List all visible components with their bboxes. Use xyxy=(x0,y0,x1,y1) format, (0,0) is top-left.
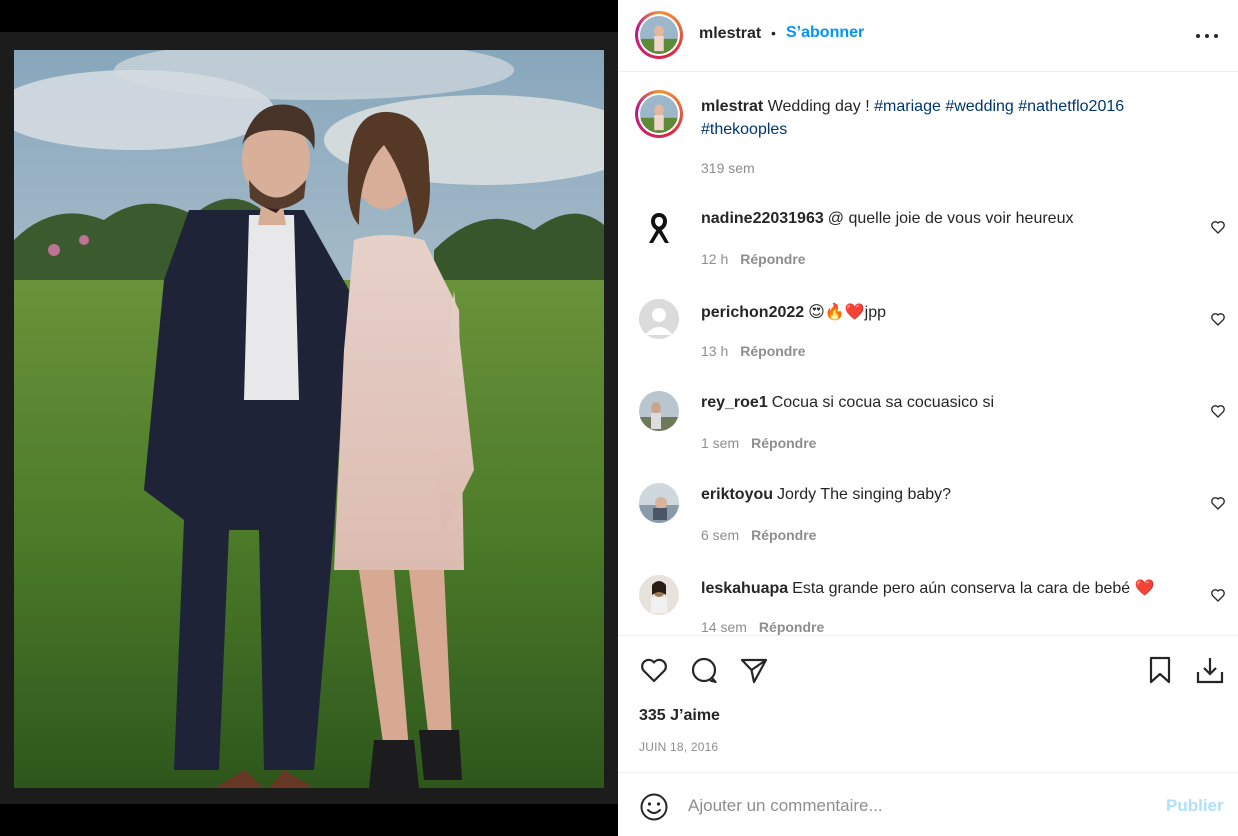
caption-timestamp: 319 sem xyxy=(701,160,755,176)
comment-item: eriktoyou Jordy The singing baby? 6 sem Ré… xyxy=(618,483,1238,553)
commenter-username[interactable]: perichon2022 xyxy=(701,304,804,321)
commenter-avatar[interactable] xyxy=(639,299,679,339)
comment-item: leskahuapa Esta grande pero aún conserva … xyxy=(618,575,1238,635)
post-header: mlestrat • S’abonner xyxy=(618,0,1238,72)
comment-like-icon[interactable] xyxy=(1210,495,1226,511)
add-comment-bar: Publier xyxy=(618,773,1238,836)
emoji-icon[interactable] xyxy=(639,792,669,822)
more-options-icon[interactable] xyxy=(1196,26,1220,46)
caption-username[interactable]: mlestrat xyxy=(701,98,763,115)
commenter-avatar[interactable] xyxy=(639,575,679,615)
separator-dot: • xyxy=(771,25,776,41)
comment-like-icon[interactable] xyxy=(1210,219,1226,235)
photo-frame xyxy=(0,32,618,804)
comment-item: rey_roe1 Cocua si cocua sa cocuasico si 1… xyxy=(618,391,1238,461)
comment-body: Cocua si cocua sa cocuasico si xyxy=(771,394,995,411)
hashtag[interactable]: #mariage xyxy=(874,98,941,115)
commenter-username[interactable]: rey_roe1 xyxy=(701,394,768,411)
comment-meta: 13 h Répondre xyxy=(701,343,806,359)
comment-text: nadine22031963 @ quelle joie de vous voir… xyxy=(701,210,1191,228)
comment-text: eriktoyou Jordy The singing baby? xyxy=(701,486,1191,504)
comment-meta: 6 sem Répondre xyxy=(701,527,816,543)
author-username[interactable]: mlestrat xyxy=(699,25,761,43)
hashtag[interactable]: #wedding xyxy=(945,98,1014,115)
download-icon[interactable] xyxy=(1194,654,1226,686)
reply-button[interactable]: Répondre xyxy=(759,619,824,635)
commenter-avatar[interactable] xyxy=(639,483,679,523)
publish-button[interactable]: Publier xyxy=(1166,796,1224,816)
comment-timestamp: 6 sem xyxy=(701,527,740,543)
post-details-panel: mlestrat • S’abonner mlestrat Wedding da… xyxy=(618,0,1238,836)
comment-meta: 14 sem Répondre xyxy=(701,619,824,635)
comment-text: leskahuapa Esta grande pero aún conserva … xyxy=(701,578,1191,598)
post-actions: 335 J’aime JUIN 18, 2016 xyxy=(618,635,1238,773)
bookmark-icon[interactable] xyxy=(1144,654,1176,686)
comment-timestamp: 12 h xyxy=(701,251,729,267)
comment-text: rey_roe1 Cocua si cocua sa cocuasico si xyxy=(701,394,1191,412)
reply-button[interactable]: Répondre xyxy=(740,251,805,267)
send-icon[interactable] xyxy=(738,654,770,686)
comment-meta: 1 sem Répondre xyxy=(701,435,816,451)
commenter-username[interactable]: eriktoyou xyxy=(701,486,773,503)
commenter-avatar[interactable] xyxy=(639,207,679,247)
likes-count[interactable]: 335 J’aime xyxy=(639,707,720,725)
author-avatar[interactable] xyxy=(635,11,683,59)
comment-icon[interactable] xyxy=(688,654,720,686)
comment-body: 😍🔥❤️jpp xyxy=(808,304,887,321)
instagram-post-view: mlestrat • S’abonner mlestrat Wedding da… xyxy=(0,0,1238,836)
comment-text: perichon2022 😍🔥❤️jpp xyxy=(701,302,1191,322)
commenter-avatar[interactable] xyxy=(639,391,679,431)
reply-button[interactable]: Répondre xyxy=(740,343,805,359)
comment-item: perichon2022 😍🔥❤️jpp 13 h Répondre xyxy=(618,299,1238,369)
comment-timestamp: 13 h xyxy=(701,343,729,359)
comment-timestamp: 1 sem xyxy=(701,435,740,451)
comment-body: Esta grande pero aún conserva la cara de… xyxy=(792,580,1155,597)
comments-list[interactable]: mlestrat Wedding day ! #mariage #wedding… xyxy=(618,73,1238,635)
hashtag[interactable]: #nathetflo2016 xyxy=(1018,98,1124,115)
follow-button[interactable]: S’abonner xyxy=(786,24,864,42)
comment-input[interactable] xyxy=(688,791,1138,821)
hashtag[interactable]: #thekooples xyxy=(701,121,787,138)
reply-button[interactable]: Répondre xyxy=(751,527,816,543)
caption-text: mlestrat Wedding day ! #mariage #wedding… xyxy=(701,95,1191,141)
comment-item: nadine22031963 @ quelle joie de vous voir… xyxy=(618,207,1238,277)
post-photo[interactable] xyxy=(14,50,604,788)
heart-icon[interactable] xyxy=(638,654,670,686)
post-date: JUIN 18, 2016 xyxy=(639,740,719,754)
caption-author-avatar[interactable] xyxy=(635,90,683,138)
comment-like-icon[interactable] xyxy=(1210,403,1226,419)
caption-body: Wedding day ! xyxy=(767,98,870,115)
comment-body: @ quelle joie de vous voir heureux xyxy=(827,210,1074,227)
comment-body: Jordy The singing baby? xyxy=(777,486,952,503)
comment-like-icon[interactable] xyxy=(1210,587,1226,603)
reply-button[interactable]: Répondre xyxy=(751,435,816,451)
commenter-username[interactable]: nadine22031963 xyxy=(701,210,824,227)
commenter-username[interactable]: leskahuapa xyxy=(701,580,788,597)
comment-meta: 12 h Répondre xyxy=(701,251,806,267)
comment-like-icon[interactable] xyxy=(1210,311,1226,327)
media-pane xyxy=(0,0,618,836)
comment-timestamp: 14 sem xyxy=(701,619,747,635)
